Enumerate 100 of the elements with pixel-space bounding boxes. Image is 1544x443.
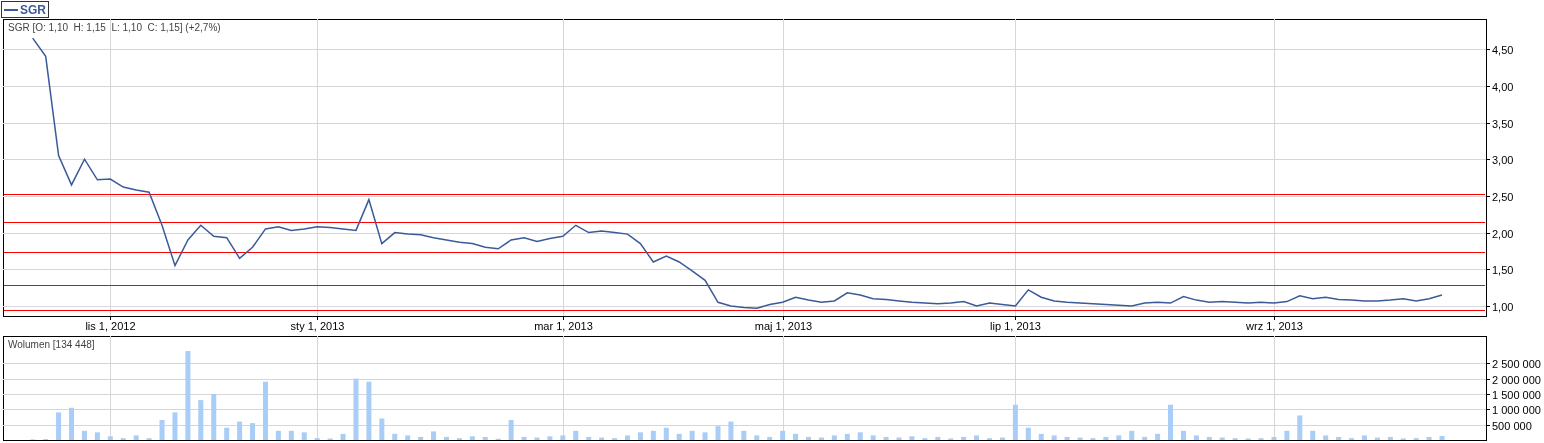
volume-bar xyxy=(469,436,475,440)
volume-bar xyxy=(159,420,165,440)
volume-bar xyxy=(741,430,747,440)
volume-bar xyxy=(1361,435,1367,440)
volume-bar xyxy=(301,432,307,440)
axis-label: 1,50 xyxy=(1492,263,1514,276)
volume-bar xyxy=(379,418,385,440)
volume-bar xyxy=(961,436,967,440)
volume-bar xyxy=(650,430,656,440)
volume-bar xyxy=(1284,430,1290,440)
volume-bar xyxy=(250,423,256,440)
volume-bar xyxy=(172,412,178,440)
volume-bar xyxy=(508,420,514,440)
volume-bar xyxy=(715,426,721,440)
volume-bar xyxy=(1129,430,1135,440)
volume-bar xyxy=(1051,435,1057,440)
volume-bar xyxy=(1038,433,1044,440)
volume-bar xyxy=(1297,415,1303,440)
volume-bar xyxy=(1387,436,1393,440)
volume-bar xyxy=(909,436,915,440)
volume-bar xyxy=(1180,430,1186,440)
axis-label: lis 1, 2012 xyxy=(85,320,136,332)
volume-bar xyxy=(1012,404,1018,440)
volume-bar xyxy=(1426,436,1432,440)
volume-bar xyxy=(625,435,630,440)
axis-label: sty 1, 2013 xyxy=(290,320,345,332)
axis-label: 1 500 000 xyxy=(1492,388,1541,401)
volume-bar xyxy=(1323,435,1329,440)
volume-bar xyxy=(198,400,204,440)
axis-label: lip 1, 2013 xyxy=(990,320,1041,332)
volume-bar xyxy=(94,432,100,440)
volume-bar xyxy=(883,436,889,440)
chart-title: SGR [O: 1,10 H: 1,15 L: 1,10 C: 1,15] (+2,7%) xyxy=(8,22,221,33)
volume-bar xyxy=(237,421,243,440)
axis-label: 4,50 xyxy=(1492,43,1514,56)
volume-bar xyxy=(1077,437,1083,440)
volume-bar xyxy=(1310,430,1316,440)
volume-bar xyxy=(586,436,592,440)
volume-bar xyxy=(793,433,799,440)
axis-label: 500 000 xyxy=(1492,419,1532,432)
volume-bar xyxy=(1439,436,1445,440)
chart-title: Wolumen [134 448] xyxy=(8,339,95,350)
legend-label: SGR xyxy=(20,2,46,17)
volume-bar xyxy=(870,435,876,440)
volume-bar xyxy=(1142,436,1148,440)
volume-bar xyxy=(211,394,217,440)
volume-bar xyxy=(767,436,773,440)
volume-bar xyxy=(482,436,488,440)
volume-bar xyxy=(366,381,372,440)
volume-bar xyxy=(689,430,695,440)
volume-bar xyxy=(1064,436,1070,440)
volume-bar xyxy=(431,431,437,440)
volume-bar xyxy=(844,433,850,440)
volume-bar xyxy=(534,437,540,440)
volume-bar xyxy=(1116,435,1122,440)
volume-bar xyxy=(1374,437,1380,440)
volume-bar xyxy=(288,430,294,440)
volume-bar xyxy=(599,437,605,440)
volume-bar xyxy=(637,432,643,440)
volume-bar xyxy=(1155,433,1161,440)
volume-bar xyxy=(547,436,553,440)
axis-label: 3,50 xyxy=(1492,117,1514,130)
volume-bar xyxy=(107,436,113,440)
volume-bar xyxy=(340,433,346,440)
volume-bar xyxy=(275,430,281,440)
volume-bar xyxy=(353,378,359,440)
volume-bar xyxy=(896,437,902,440)
volume-bar xyxy=(1025,427,1031,440)
axis-label: 3,00 xyxy=(1492,153,1514,166)
volume-bar xyxy=(418,436,424,440)
volume-bar xyxy=(262,381,268,440)
volume-bar xyxy=(999,437,1005,440)
axis-label: 2 500 000 xyxy=(1492,357,1541,370)
axis-label: mar 1, 2013 xyxy=(534,320,593,332)
volume-bar xyxy=(1168,404,1173,440)
volume-bar xyxy=(521,436,527,440)
volume-bar xyxy=(702,432,708,440)
axis-label: 2,00 xyxy=(1492,227,1514,240)
volume-bar xyxy=(806,436,811,440)
volume-bar xyxy=(560,435,566,440)
volume-bar xyxy=(405,435,411,440)
volume-bar xyxy=(1193,435,1199,440)
volume-bar xyxy=(1219,437,1225,440)
axis-label: 4,00 xyxy=(1492,80,1514,93)
volume-bar xyxy=(56,412,62,440)
volume-bar xyxy=(1271,436,1277,440)
volume-bar xyxy=(935,436,941,440)
volume-bar xyxy=(224,427,230,440)
volume-bar xyxy=(676,433,682,440)
volume-bar xyxy=(1206,436,1212,440)
axis-label: wrz 1, 2013 xyxy=(1246,320,1303,332)
axis-label: 2 000 000 xyxy=(1492,373,1541,386)
volume-bar xyxy=(1336,436,1342,440)
axis-label: 1,00 xyxy=(1492,300,1514,313)
volume-bar xyxy=(857,432,863,440)
volume-bar xyxy=(663,427,669,440)
axis-label: 1 000 000 xyxy=(1492,403,1541,416)
volume-bar xyxy=(728,421,734,440)
volume-bar xyxy=(573,430,579,440)
volume-bar xyxy=(831,435,837,440)
